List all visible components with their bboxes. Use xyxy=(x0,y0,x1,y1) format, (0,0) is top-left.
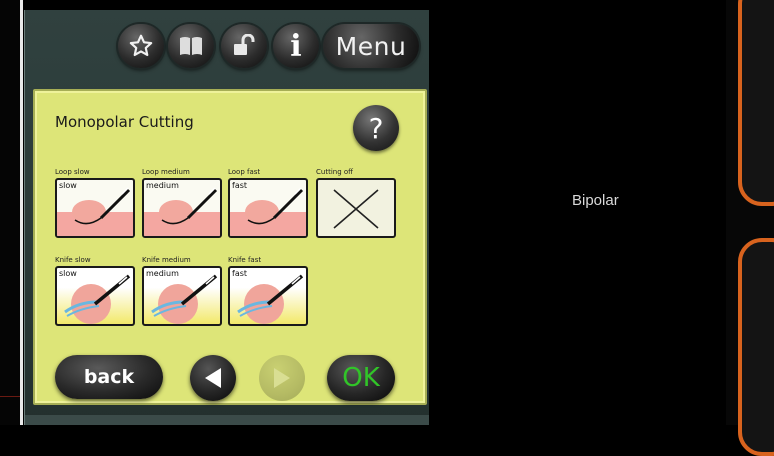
lock-button[interactable] xyxy=(221,24,267,68)
right-side-panel xyxy=(726,0,774,456)
arrow-left-icon xyxy=(205,368,221,388)
vertical-divider xyxy=(20,0,23,425)
device-screen: i Menu Monopolar Cutting ? Loop slow slo… xyxy=(24,10,429,425)
mode-label: Loop medium xyxy=(142,168,190,176)
info-icon: i xyxy=(290,28,302,64)
arrow-right-icon xyxy=(274,368,290,388)
favorite-button[interactable] xyxy=(118,24,164,68)
mode-label: Loop fast xyxy=(228,168,261,176)
knife-fast-button[interactable]: fast xyxy=(228,266,308,326)
info-button[interactable]: i xyxy=(273,24,319,68)
ok-button[interactable]: OK xyxy=(327,355,395,401)
mode-label: Knife medium xyxy=(142,256,191,264)
cutting-off-button[interactable] xyxy=(316,178,396,238)
book-icon xyxy=(178,35,204,57)
monopolar-cutting-panel: Monopolar Cutting ? Loop slow slow Loop … xyxy=(33,89,427,405)
bipolar-label: Bipolar xyxy=(572,192,619,209)
manual-button[interactable] xyxy=(168,24,214,68)
speed-tag: medium xyxy=(146,181,179,190)
left-edge-strip xyxy=(0,0,23,425)
mode-knife-slow: Knife slow slow xyxy=(55,256,135,326)
mode-loop-medium: Loop medium medium xyxy=(142,168,222,238)
mode-label: Cutting off xyxy=(316,168,353,176)
panel-title: Monopolar Cutting xyxy=(55,113,194,131)
speed-tag: fast xyxy=(232,269,248,278)
speed-tag: medium xyxy=(146,269,179,278)
device-bottom-edge xyxy=(25,415,429,425)
loop-slow-button[interactable]: slow xyxy=(55,178,135,238)
mode-label: Knife fast xyxy=(228,256,262,264)
back-button[interactable]: back xyxy=(55,355,163,399)
red-divider-line xyxy=(0,396,22,397)
mode-label: Loop slow xyxy=(55,168,90,176)
help-button[interactable]: ? xyxy=(353,105,399,151)
speed-tag: fast xyxy=(232,181,248,190)
loop-medium-button[interactable]: medium xyxy=(142,178,222,238)
knife-slow-button[interactable]: slow xyxy=(55,266,135,326)
speed-tag: slow xyxy=(59,181,77,190)
unlock-icon xyxy=(231,34,257,58)
mode-knife-fast: Knife fast fast xyxy=(228,256,308,326)
loop-fast-button[interactable]: fast xyxy=(228,178,308,238)
mode-loop-slow: Loop slow slow xyxy=(55,168,135,238)
knife-medium-button[interactable]: medium xyxy=(142,266,222,326)
speed-tag: slow xyxy=(59,269,77,278)
mode-label: Knife slow xyxy=(55,256,91,264)
previous-button[interactable] xyxy=(190,355,236,401)
next-button[interactable] xyxy=(259,355,305,401)
orange-control-bottom xyxy=(738,238,774,456)
cross-icon xyxy=(333,189,379,229)
star-icon xyxy=(128,33,154,59)
mode-loop-fast: Loop fast fast xyxy=(228,168,308,238)
menu-button[interactable]: Menu xyxy=(323,24,419,68)
mode-knife-medium: Knife medium medium xyxy=(142,256,222,326)
orange-control-top xyxy=(738,0,774,206)
mode-cutting-off: Cutting off xyxy=(316,168,396,238)
